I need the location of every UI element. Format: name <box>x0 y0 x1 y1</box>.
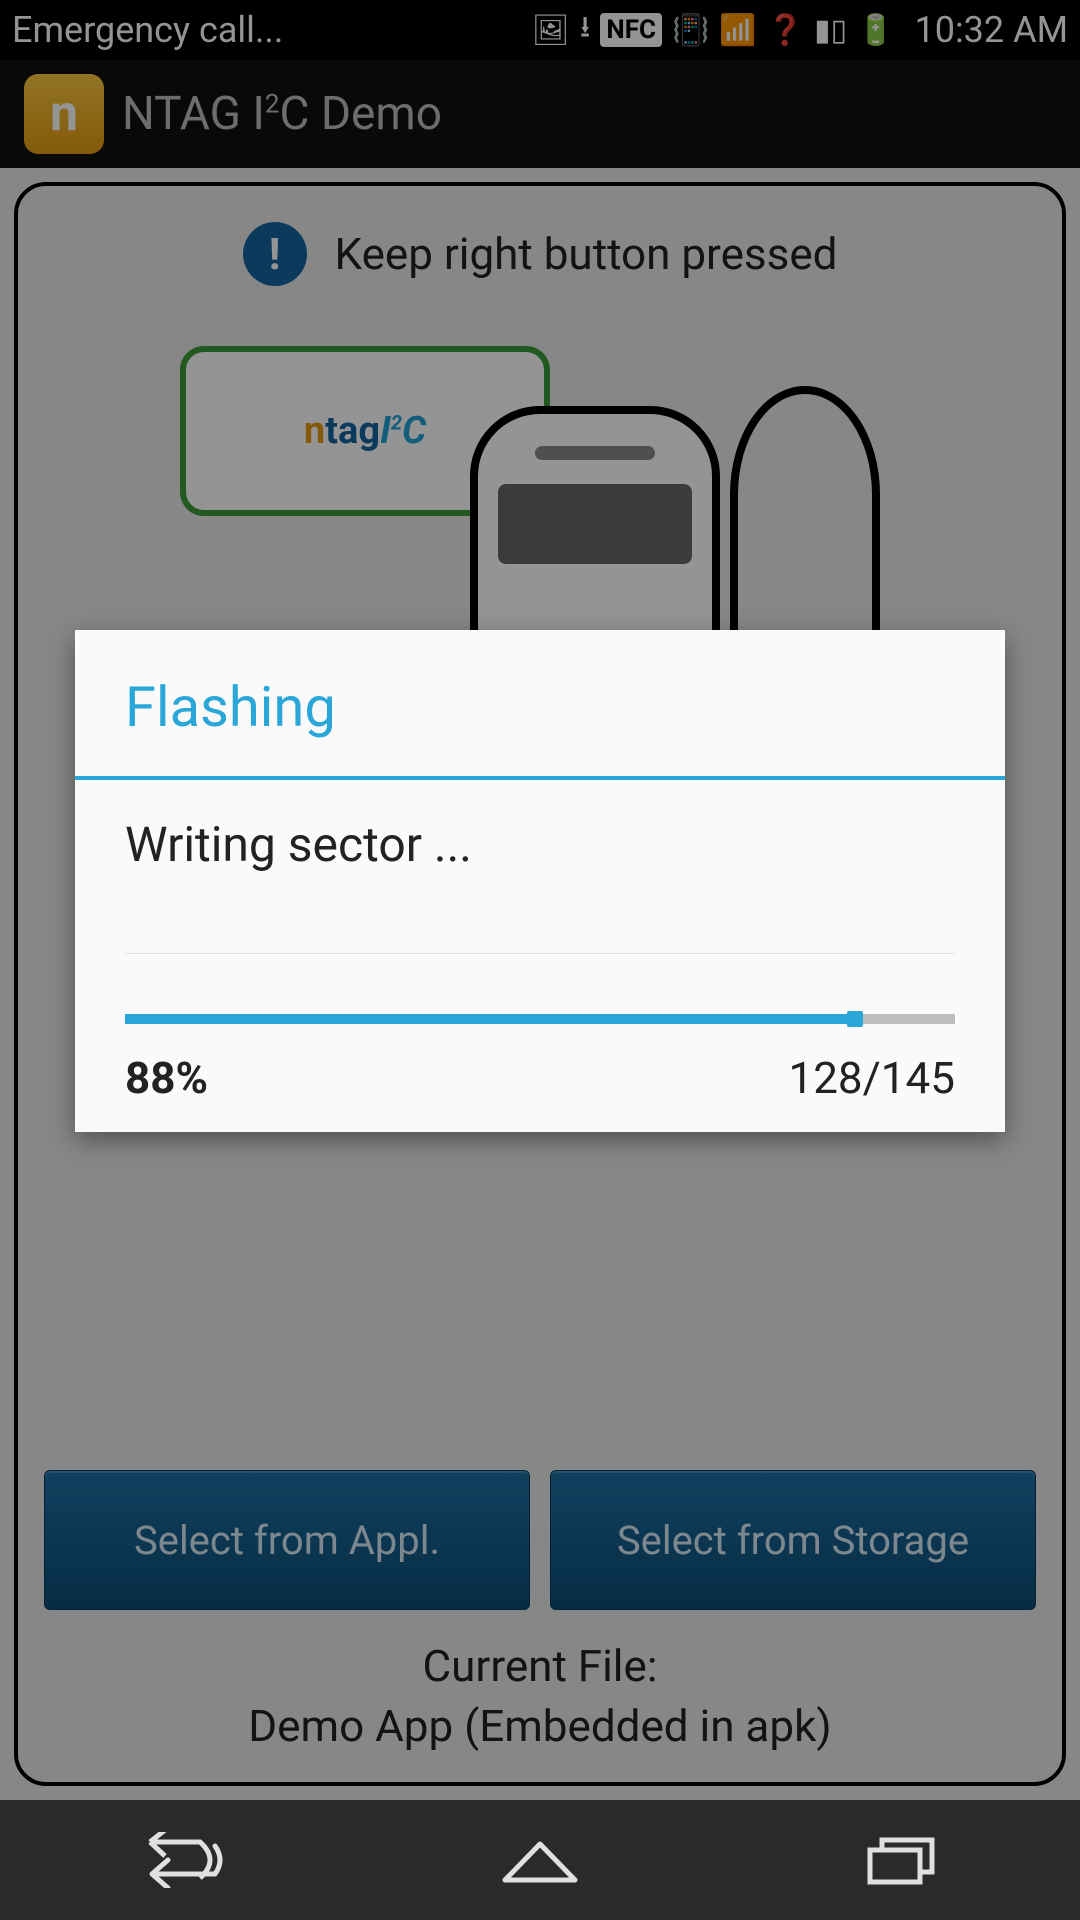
back-icon <box>130 1832 230 1888</box>
progress-count: 128/145 <box>788 1052 955 1104</box>
back-button[interactable] <box>120 1830 240 1890</box>
progress-labels: 88% 128/145 <box>125 1052 955 1104</box>
dialog-separator <box>125 953 955 954</box>
progress-percent: 88% <box>125 1052 208 1104</box>
progress-head <box>847 1011 863 1027</box>
flashing-dialog: Flashing Writing sector ... 88% 128/145 <box>75 630 1005 1132</box>
recents-icon <box>850 1832 950 1888</box>
recents-button[interactable] <box>840 1830 960 1890</box>
progress-bar <box>125 1014 955 1024</box>
dialog-body: Writing sector ... 88% 128/145 <box>75 780 1005 1132</box>
dialog-title: Flashing <box>75 630 1005 776</box>
dialog-message: Writing sector ... <box>125 816 955 873</box>
android-nav-bar <box>0 1800 1080 1920</box>
home-button[interactable] <box>480 1830 600 1890</box>
home-icon <box>490 1832 590 1888</box>
progress-fill <box>125 1014 855 1024</box>
